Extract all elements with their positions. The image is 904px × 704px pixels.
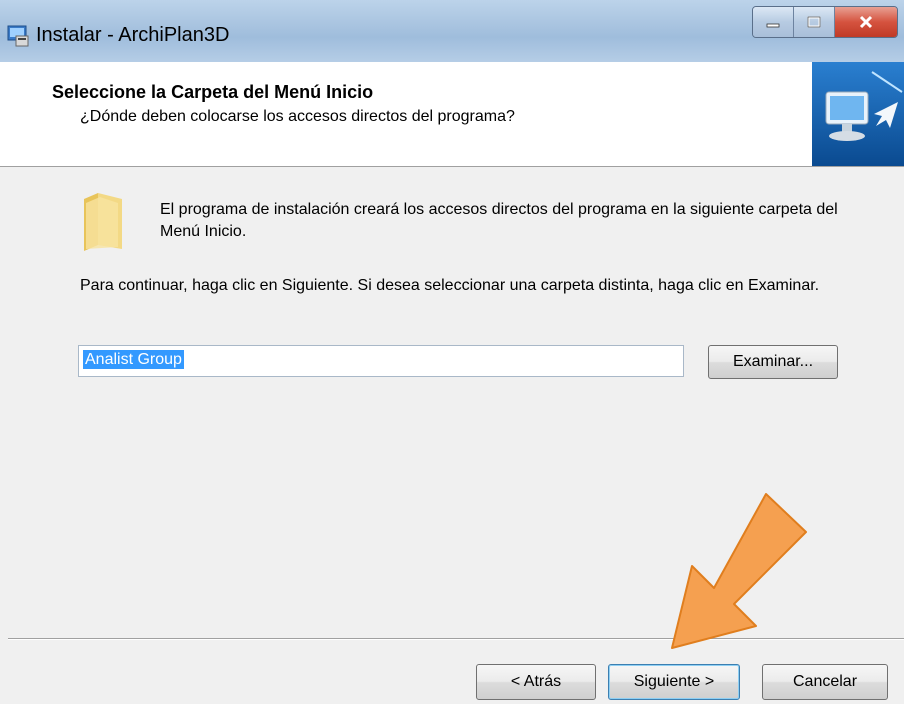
browse-button[interactable]: Examinar... [708,345,838,379]
installer-icon [7,25,29,47]
close-icon [859,15,873,29]
folder-name-selection: Analist Group [83,350,184,369]
minimize-icon [766,23,780,28]
folder-icon [84,193,122,251]
install-computer-icon [812,62,904,166]
info-text: El programa de instalación creará los ac… [160,201,838,240]
annotation-arrow-icon [671,493,807,649]
minimize-button[interactable] [753,7,794,37]
next-button[interactable]: Siguiente > [608,664,740,700]
close-button[interactable] [835,7,897,37]
maximize-icon [807,16,821,28]
page-subtitle: ¿Dónde deben colocarse los accesos direc… [80,108,515,125]
instruction-text: Para continuar, haga clic en Siguiente. … [80,277,820,294]
start-menu-folder-input[interactable]: Analist Group [78,345,684,377]
title-bar[interactable]: Instalar - ArchiPlan3D [0,0,904,62]
wizard-header: Seleccione la Carpeta del Menú Inicio ¿D… [0,62,904,167]
maximize-button[interactable] [794,7,835,37]
page-title: Seleccione la Carpeta del Menú Inicio [52,82,374,102]
window-title: Instalar - ArchiPlan3D [36,24,230,46]
cancel-button[interactable]: Cancelar [762,664,888,700]
back-button[interactable]: < Atrás [476,664,596,700]
window-controls [752,6,898,38]
